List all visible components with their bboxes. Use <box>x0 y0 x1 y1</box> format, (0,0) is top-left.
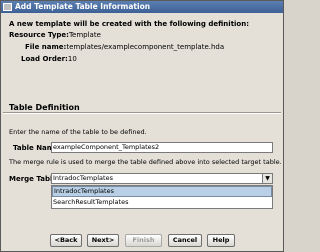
load-order-label: Load Order: <box>21 55 68 63</box>
section-title: Table Definition <box>9 103 80 112</box>
window-icon <box>3 3 12 11</box>
dropdown-option-searchresult[interactable]: SearchResultTemplates <box>52 197 272 208</box>
merge-table-dropdown: IntradocTemplates SearchResultTemplates <box>51 185 273 209</box>
resource-type-row: Resource Type:Template <box>9 31 101 39</box>
help-button[interactable]: Help <box>207 234 235 247</box>
load-order-value: 10 <box>67 55 77 63</box>
finish-button[interactable]: Finish <box>125 234 162 247</box>
merge-instructions: The merge rule is used to merge the tabl… <box>9 158 282 166</box>
section-divider <box>3 112 281 114</box>
button-bar: <Back Next> Finish Cancel Help <box>1 234 283 248</box>
intro-text: A new template will be created with the … <box>9 20 250 28</box>
table-instructions: Enter the name of the table to be define… <box>9 128 147 136</box>
cancel-button[interactable]: Cancel <box>168 234 202 247</box>
merge-table-select[interactable]: IntradocTemplates ▼ <box>51 173 273 184</box>
chevron-down-icon[interactable]: ▼ <box>262 174 272 183</box>
table-name-input[interactable]: exampleComponent_Templates2 <box>51 142 273 153</box>
dropdown-option-intradoc[interactable]: IntradocTemplates <box>52 186 272 197</box>
dialog-content: A new template will be created with the … <box>1 13 283 251</box>
back-button[interactable]: <Back <box>50 234 82 247</box>
resource-type-value: Template <box>68 31 101 39</box>
window-title: Add Template Table Information <box>15 2 151 11</box>
file-name-value: templates/examplecomponent_template.hda <box>66 43 225 51</box>
add-template-dialog: Add Template Table Information A new tem… <box>0 0 284 252</box>
load-order-row: Load Order:10 <box>21 55 77 63</box>
next-button[interactable]: Next> <box>87 234 119 247</box>
merge-table-selected: IntradocTemplates <box>53 174 113 182</box>
file-name-row: File name:templates/examplecomponent_tem… <box>25 43 224 51</box>
file-name-label: File name: <box>25 43 67 51</box>
resource-type-label: Resource Type: <box>9 31 69 39</box>
title-bar: Add Template Table Information <box>1 1 283 13</box>
